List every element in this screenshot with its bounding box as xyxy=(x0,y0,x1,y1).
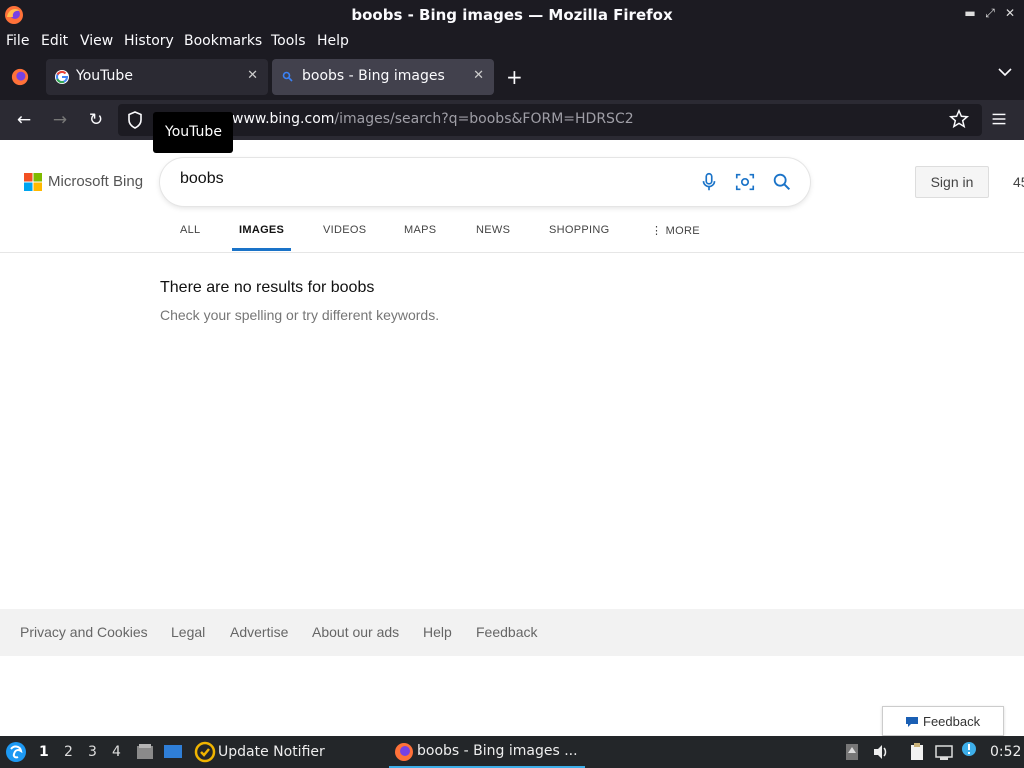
more-dots-icon: ⋮ xyxy=(651,225,663,237)
scope-news[interactable]: NEWS xyxy=(476,224,510,236)
taskbar-firefox-window[interactable]: boobs - Bing images ... xyxy=(389,736,585,768)
chevron-down-icon[interactable] xyxy=(998,67,1012,77)
search-box[interactable] xyxy=(160,158,810,206)
scope-images[interactable]: IMAGES xyxy=(239,224,284,236)
menu-bar: File Edit View History Bookmarks Tools H… xyxy=(0,30,1024,55)
tab-label: YouTube xyxy=(76,68,133,84)
microsoft-logo-icon xyxy=(24,173,42,191)
tab-label: boobs - Bing images xyxy=(302,68,445,84)
tab-youtube[interactable]: YouTube ✕ xyxy=(46,59,268,95)
notification-icon[interactable] xyxy=(961,741,977,757)
menu-hamburger-icon[interactable] xyxy=(988,108,1010,130)
menu-bookmarks[interactable]: Bookmarks xyxy=(184,33,262,49)
update-notifier-icon xyxy=(194,741,216,763)
window-titlebar: boobs - Bing images — Mozilla Firefox ▬ … xyxy=(0,0,1024,30)
bing-logo-text: Microsoft Bing xyxy=(48,173,144,190)
bing-header: Microsoft Bing Sign in 45 ALL IMAGES VID… xyxy=(0,140,1024,253)
active-scope-indicator xyxy=(232,248,291,251)
window-title: boobs - Bing images — Mozilla Firefox xyxy=(351,6,673,24)
storage-icon[interactable] xyxy=(844,742,860,762)
back-icon[interactable]: ← xyxy=(12,108,36,132)
minimize-icon[interactable]: ▬ xyxy=(962,6,978,20)
rewards-points[interactable]: 45 xyxy=(1013,174,1024,190)
search-scopes: ALL IMAGES VIDEOS MAPS NEWS SHOPPING ⋮ M… xyxy=(0,224,1024,253)
scope-all[interactable]: ALL xyxy=(180,224,200,236)
footer-link-feedback[interactable]: Feedback xyxy=(476,624,537,640)
feedback-button[interactable]: Feedback xyxy=(882,706,1004,736)
footer-link-privacy[interactable]: Privacy and Cookies xyxy=(20,624,148,640)
search-icon[interactable] xyxy=(771,171,793,193)
workspace-4[interactable]: 4 xyxy=(112,744,121,760)
visual-search-icon[interactable] xyxy=(734,171,756,193)
close-tab-icon[interactable]: ✕ xyxy=(473,68,484,83)
new-tab-icon[interactable]: + xyxy=(506,65,523,89)
scope-more[interactable]: ⋮ MORE xyxy=(651,224,700,237)
microphone-icon[interactable] xyxy=(698,171,720,193)
close-window-icon[interactable]: ✕ xyxy=(1002,6,1018,20)
menu-help[interactable]: Help xyxy=(317,33,349,49)
google-icon xyxy=(55,70,69,84)
bing-footer: Privacy and Cookies Legal Advertise Abou… xyxy=(0,609,1024,656)
tab-tooltip: YouTube xyxy=(153,112,233,153)
url-bar[interactable]: www.bing.com/images/search?q=boobs&FORM=… xyxy=(118,104,982,136)
url-text[interactable]: www.bing.com/images/search?q=boobs&FORM=… xyxy=(232,111,634,127)
search-input[interactable] xyxy=(180,170,680,188)
sign-in-button[interactable]: Sign in xyxy=(915,166,989,198)
clock[interactable]: 0:52 xyxy=(990,744,1021,760)
menu-file[interactable]: File xyxy=(6,33,29,49)
footer-link-help[interactable]: Help xyxy=(423,624,452,640)
workspace-2[interactable]: 2 xyxy=(64,744,73,760)
tab-strip: YouTube ✕ boobs - Bing images ✕ + xyxy=(0,55,1024,100)
menu-history[interactable]: History xyxy=(124,33,174,49)
workspace-3[interactable]: 3 xyxy=(88,744,97,760)
footer-link-legal[interactable]: Legal xyxy=(171,624,205,640)
network-icon[interactable] xyxy=(934,742,954,762)
chat-bubble-icon xyxy=(906,717,918,727)
shield-icon[interactable] xyxy=(126,110,144,130)
scope-maps[interactable]: MAPS xyxy=(404,224,436,236)
tab-bing-images[interactable]: boobs - Bing images ✕ xyxy=(272,59,494,95)
clipboard-icon[interactable] xyxy=(907,742,927,762)
file-manager-icon[interactable] xyxy=(135,742,155,762)
firefox-view-icon[interactable] xyxy=(11,68,29,86)
scope-videos[interactable]: VIDEOS xyxy=(323,224,366,236)
scope-shopping[interactable]: SHOPPING xyxy=(549,224,609,236)
footer-link-about-ads[interactable]: About our ads xyxy=(312,624,399,640)
no-results-title: There are no results for boobs xyxy=(160,279,375,296)
footer-link-advertise[interactable]: Advertise xyxy=(230,624,288,640)
menu-view[interactable]: View xyxy=(80,33,113,49)
workspace-1[interactable]: 1 xyxy=(39,744,49,760)
start-menu-icon[interactable] xyxy=(5,741,27,763)
no-results-subtitle: Check your spelling or try different key… xyxy=(160,307,440,323)
desktop-icon[interactable] xyxy=(162,742,184,762)
firefox-icon xyxy=(395,743,413,761)
bookmark-star-icon[interactable] xyxy=(948,108,970,130)
forward-icon[interactable]: → xyxy=(48,108,72,132)
menu-tools[interactable]: Tools xyxy=(271,33,306,49)
close-tab-icon[interactable]: ✕ xyxy=(247,68,258,83)
volume-icon[interactable] xyxy=(871,742,891,762)
restore-icon[interactable]: ⤢ xyxy=(982,6,998,21)
menu-edit[interactable]: Edit xyxy=(41,33,68,49)
search-icon xyxy=(282,71,293,82)
taskbar: 1 2 3 4 Update Notifier boobs - Bing ima… xyxy=(0,736,1024,768)
reload-icon[interactable]: ↻ xyxy=(84,108,108,132)
